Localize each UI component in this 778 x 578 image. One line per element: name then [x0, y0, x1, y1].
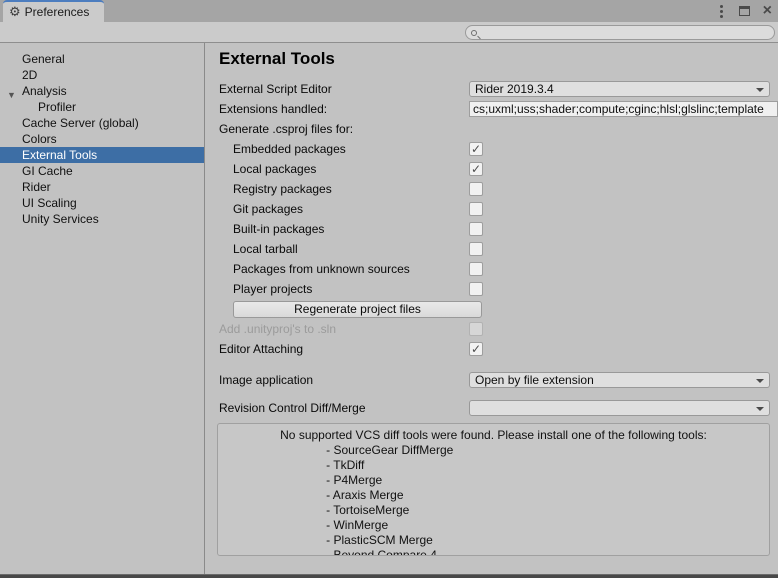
- sidebar-item-2d[interactable]: 2D: [0, 67, 204, 83]
- checkbox-row: Local tarball: [219, 239, 778, 259]
- built-in-packages-checkbox[interactable]: [469, 222, 483, 236]
- window-controls: ×: [717, 0, 772, 22]
- main-panel: External Tools External Script Editor Ri…: [205, 43, 778, 574]
- help-box-tool: - TkDiff: [280, 458, 707, 473]
- image-application-row: Image application Open by file extension: [219, 370, 778, 390]
- help-box-tool: - Beyond Compare 4: [280, 548, 707, 556]
- editor-attaching-checkbox[interactable]: [469, 342, 483, 356]
- generate-csproj-row: Generate .csproj files for:: [219, 119, 778, 139]
- local-tarball-checkbox[interactable]: [469, 242, 483, 256]
- checkbox-row: Player projects: [219, 279, 778, 299]
- window-bottom-edge: [0, 574, 778, 578]
- vcs-help-box: No supported VCS diff tools were found. …: [217, 423, 770, 556]
- menu-dots-icon[interactable]: [720, 10, 723, 13]
- add-unityproj-row: Add .unityproj's to .sln: [219, 319, 778, 339]
- sidebar-item-unity-services[interactable]: Unity Services: [0, 211, 204, 227]
- help-box-tool: - PlasticSCM Merge: [280, 533, 707, 548]
- search-icon: [471, 30, 477, 36]
- player-projects-checkbox[interactable]: [469, 282, 483, 296]
- toolbar: [0, 22, 778, 43]
- sidebar-item-gi-cache[interactable]: GI Cache: [0, 163, 204, 179]
- help-box-tool: - WinMerge: [280, 518, 707, 533]
- tab-bar: Preferences ×: [0, 0, 778, 22]
- sidebar-item-colors[interactable]: Colors: [0, 131, 204, 147]
- sidebar-item-rider[interactable]: Rider: [0, 179, 204, 195]
- regenerate-row: Regenerate project files: [219, 299, 778, 319]
- checkbox-row: Embedded packages: [219, 139, 778, 159]
- editor-attaching-label: Editor Attaching: [219, 342, 469, 356]
- chevron-down-icon: [756, 379, 764, 383]
- checkbox-row: Packages from unknown sources: [219, 259, 778, 279]
- checkbox-row: Registry packages: [219, 179, 778, 199]
- editor-attaching-row: Editor Attaching: [219, 339, 778, 359]
- search-field[interactable]: [465, 25, 775, 40]
- revision-control-label: Revision Control Diff/Merge: [219, 401, 469, 415]
- search-input[interactable]: [480, 26, 774, 39]
- external-script-editor-label: External Script Editor: [219, 82, 469, 96]
- sidebar-item-ui-scaling[interactable]: UI Scaling: [0, 195, 204, 211]
- local-packages-checkbox[interactable]: [469, 162, 483, 176]
- extensions-handled-row: Extensions handled: cs;uxml;uss;shader;c…: [219, 99, 778, 119]
- sidebar-item-external-tools[interactable]: External Tools: [0, 147, 204, 163]
- regenerate-project-files-button[interactable]: Regenerate project files: [233, 301, 482, 318]
- packages-unknown-sources-checkbox[interactable]: [469, 262, 483, 276]
- git-packages-checkbox[interactable]: [469, 202, 483, 216]
- maximize-icon[interactable]: [739, 6, 750, 16]
- help-box-tool: - Araxis Merge: [280, 488, 707, 503]
- revision-control-row: Revision Control Diff/Merge: [219, 398, 778, 418]
- add-unityproj-label: Add .unityproj's to .sln: [219, 322, 469, 336]
- close-icon[interactable]: ×: [763, 6, 772, 16]
- registry-packages-checkbox[interactable]: [469, 182, 483, 196]
- gear-icon: [9, 5, 21, 19]
- revision-control-dropdown[interactable]: [469, 400, 770, 416]
- help-box-tool: - P4Merge: [280, 473, 707, 488]
- chevron-down-icon: [756, 88, 764, 92]
- extensions-handled-label: Extensions handled:: [219, 102, 469, 116]
- embedded-packages-checkbox[interactable]: [469, 142, 483, 156]
- page-title: External Tools: [219, 49, 778, 69]
- tab-preferences[interactable]: Preferences: [3, 0, 104, 22]
- checkbox-row: Local packages: [219, 159, 778, 179]
- preferences-window: Preferences × General 2D Analysis Profil…: [0, 0, 778, 578]
- sidebar: General 2D Analysis Profiler Cache Serve…: [0, 43, 205, 574]
- checkbox-row: Built-in packages: [219, 219, 778, 239]
- help-box-tool: - SourceGear DiffMerge: [280, 443, 707, 458]
- image-application-dropdown[interactable]: Open by file extension: [469, 372, 770, 388]
- help-box-intro: No supported VCS diff tools were found. …: [280, 428, 707, 443]
- external-script-editor-row: External Script Editor Rider 2019.3.4: [219, 79, 778, 99]
- sidebar-item-cache-server[interactable]: Cache Server (global): [0, 115, 204, 131]
- sidebar-item-analysis[interactable]: Analysis: [0, 83, 204, 99]
- add-unityproj-checkbox: [469, 322, 483, 336]
- chevron-down-icon: [756, 407, 764, 411]
- checkbox-row: Git packages: [219, 199, 778, 219]
- help-box-tool: - TortoiseMerge: [280, 503, 707, 518]
- extensions-handled-input[interactable]: cs;uxml;uss;shader;compute;cginc;hlsl;gl…: [469, 101, 778, 117]
- sidebar-item-general[interactable]: General: [0, 51, 204, 67]
- generate-csproj-label: Generate .csproj files for:: [219, 122, 469, 136]
- sidebar-item-profiler[interactable]: Profiler: [0, 99, 204, 115]
- tab-title: Preferences: [25, 5, 90, 19]
- external-script-editor-dropdown[interactable]: Rider 2019.3.4: [469, 81, 770, 97]
- image-application-label: Image application: [219, 373, 469, 387]
